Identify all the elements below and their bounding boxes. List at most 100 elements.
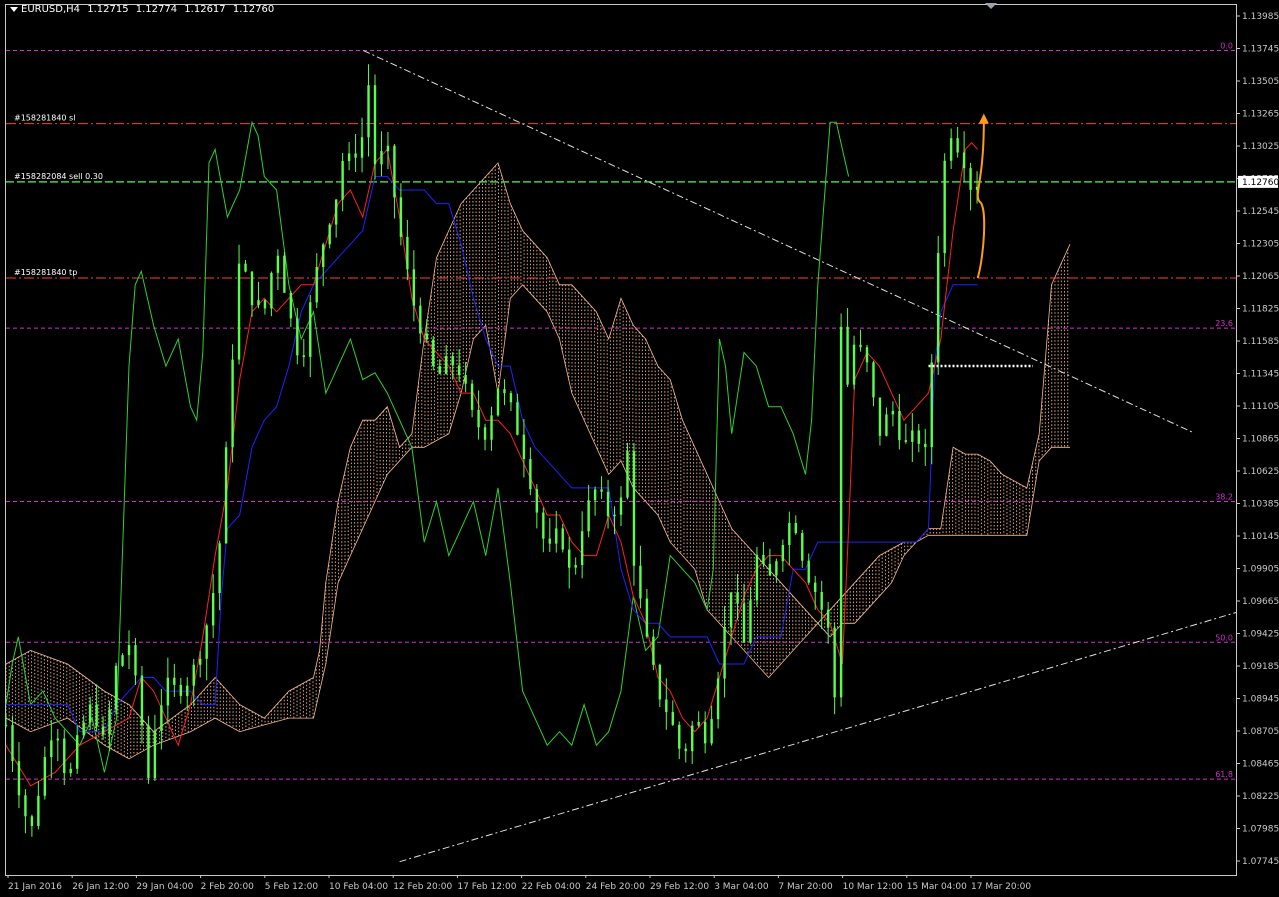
fib-label: 50.0 (1215, 633, 1233, 642)
candle-body (24, 795, 27, 817)
order-label: #158282084 sell 0.30 (14, 172, 103, 181)
candle-body (755, 554, 759, 601)
x-tick-label: 29 Feb 12:00 (650, 882, 709, 892)
candle-body (322, 244, 325, 268)
candle-body (801, 533, 804, 561)
candle-body (930, 362, 933, 448)
candle-body (477, 409, 480, 428)
candle-body (179, 684, 182, 696)
candle-body (334, 199, 338, 225)
candle-body (95, 704, 98, 727)
y-tick-label: 1.09905 (1242, 565, 1279, 575)
candle-body (762, 554, 765, 565)
candle-body (406, 236, 409, 270)
current-price-label: 1.12760 (1242, 178, 1279, 188)
candle-body (794, 523, 797, 534)
scroll-marker-icon[interactable] (985, 3, 997, 9)
candle-body (11, 725, 14, 762)
candle-body (548, 538, 551, 544)
candle-body (911, 430, 914, 442)
candle-body (399, 197, 403, 237)
candle-body (380, 151, 383, 165)
x-tick-label: 21 Jan 2016 (8, 882, 62, 892)
candle-body (833, 627, 836, 698)
candle-body (309, 302, 312, 357)
candle-body (956, 138, 959, 153)
candle-body (224, 447, 228, 544)
candle-body (710, 719, 713, 744)
candle-body (671, 712, 674, 725)
y-tick-label: 1.08705 (1242, 727, 1279, 737)
candle-body (296, 318, 299, 356)
x-tick-label: 3 Mar 04:00 (714, 882, 769, 892)
price-chart[interactable]: 0.0 23.6 38.2 50.0 61.8 #158281840 sl #158281… (0, 0, 1279, 897)
candle-body (632, 451, 636, 566)
candle-body (775, 561, 778, 576)
x-tick-label: 7 Mar 20:00 (778, 882, 833, 892)
candle-body (114, 665, 118, 710)
candle-body (898, 411, 901, 441)
candle-body (645, 598, 649, 637)
candle-body (729, 592, 733, 627)
candle-body (205, 625, 208, 659)
candle-body (483, 427, 487, 440)
candle-body (438, 366, 441, 374)
candle-body (691, 725, 694, 752)
candle-body (904, 440, 908, 442)
candle-body (270, 272, 273, 309)
y-tick-label: 1.13985 (1242, 12, 1279, 22)
candle-body (703, 721, 707, 744)
candle-body (464, 375, 467, 384)
candle-body (749, 600, 752, 643)
fib-label: 0.0 (1220, 42, 1233, 51)
candle-body (859, 344, 862, 348)
candle-body (781, 545, 785, 562)
candle-body (121, 655, 124, 666)
candle-body (697, 721, 700, 726)
candle-body (878, 397, 882, 436)
candle-body (134, 645, 137, 676)
candle-body (88, 704, 92, 723)
y-tick-label: 1.09665 (1242, 597, 1279, 607)
candle-body (76, 735, 79, 769)
x-tick-label: 10 Mar 12:00 (843, 882, 903, 892)
candle-body (244, 263, 247, 272)
order-label: #158281840 sl (14, 114, 75, 123)
candle-body (678, 724, 681, 749)
y-tick-label: 1.10865 (1242, 435, 1279, 445)
x-tick-label: 26 Jan 12:00 (72, 882, 129, 892)
candle-body (716, 678, 720, 720)
y-tick-label: 1.12305 (1242, 240, 1279, 250)
candle-body (192, 664, 195, 686)
candle-body (211, 593, 215, 626)
candle-body (347, 153, 351, 162)
y-tick-label: 1.11345 (1242, 370, 1279, 380)
candle-body (768, 564, 772, 576)
candle-body (127, 645, 131, 656)
candle-body (587, 500, 590, 532)
candle-body (496, 389, 500, 416)
candle-body (736, 592, 739, 604)
candle-body (619, 497, 623, 515)
candle-body (652, 636, 655, 665)
y-tick-label: 1.13505 (1242, 77, 1279, 87)
y-tick-label: 1.10145 (1242, 532, 1279, 542)
candle-body (561, 528, 564, 550)
candle-body (43, 757, 47, 796)
y-tick-label: 1.11105 (1242, 402, 1279, 412)
candle-body (82, 722, 85, 736)
candle-body (315, 267, 318, 303)
candle-body (885, 414, 888, 436)
candle-body (639, 565, 642, 599)
candle-body (613, 514, 616, 517)
y-tick-label: 1.08225 (1242, 792, 1279, 802)
candle-body (852, 344, 856, 385)
candle-body (451, 356, 454, 366)
y-tick-label: 1.08945 (1242, 695, 1279, 705)
candle-body (658, 664, 662, 700)
candle-body (250, 271, 254, 306)
x-tick-label: 12 Feb 20:00 (393, 882, 452, 892)
candle-body (600, 489, 603, 492)
candle-body (924, 443, 927, 448)
y-tick-label: 1.13265 (1242, 110, 1279, 120)
